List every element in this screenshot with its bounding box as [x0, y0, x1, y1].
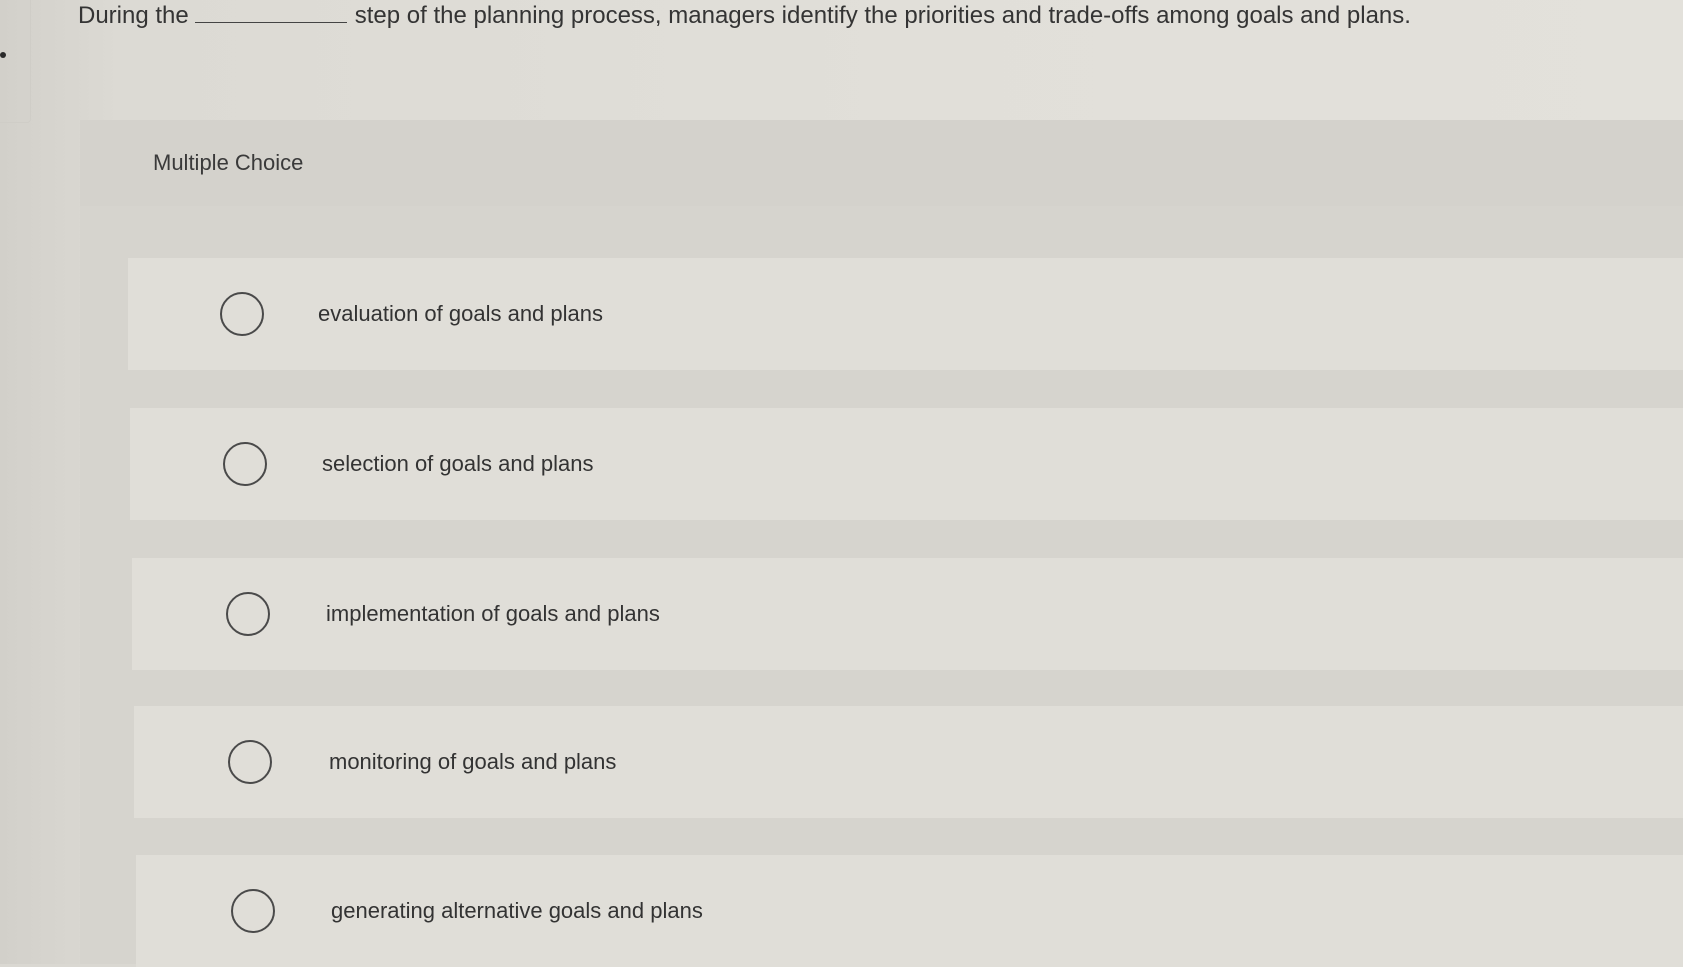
left-edge-frame	[0, 0, 31, 123]
radio-button-icon[interactable]	[223, 442, 267, 486]
radio-button-icon[interactable]	[226, 592, 270, 636]
question-text-after-blank: step of the planning process, managers i…	[354, 2, 1411, 29]
option-monitoring[interactable]: monitoring of goals and plans	[134, 706, 1683, 818]
multiple-choice-header: Multiple Choice	[80, 120, 1683, 206]
radio-button-icon[interactable]	[228, 740, 272, 784]
option-selection[interactable]: selection of goals and plans	[130, 408, 1683, 520]
multiple-choice-title: Multiple Choice	[153, 150, 304, 175]
option-label: evaluation of goals and plans	[318, 301, 603, 326]
radio-button-icon[interactable]	[231, 889, 275, 933]
question-text-before-blank: During the	[78, 2, 189, 29]
radio-button-icon[interactable]	[220, 292, 264, 336]
question-text: During the step of the planning process, …	[78, 0, 1411, 32]
option-generating-alternatives[interactable]: generating alternative goals and plans	[136, 855, 1683, 967]
question-blank	[194, 0, 347, 23]
option-label: generating alternative goals and plans	[331, 898, 703, 923]
page-background: During the step of the planning process, …	[0, 0, 1683, 967]
cursor-dot	[0, 52, 6, 58]
option-evaluation[interactable]: evaluation of goals and plans	[128, 258, 1683, 370]
option-implementation[interactable]: implementation of goals and plans	[132, 558, 1683, 670]
option-label: implementation of goals and plans	[326, 601, 660, 626]
option-label: selection of goals and plans	[322, 451, 594, 476]
option-label: monitoring of goals and plans	[329, 749, 617, 774]
multiple-choice-panel: Multiple Choice evaluation of goals and …	[80, 120, 1683, 967]
